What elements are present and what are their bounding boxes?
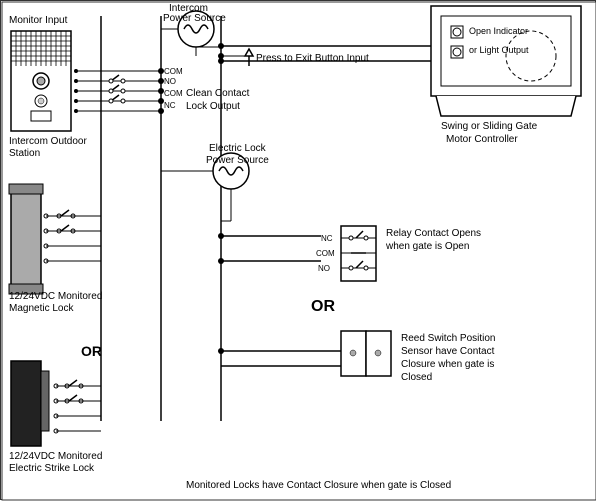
wiring-diagram: Monitor Input Intercom Outdoor Station I… bbox=[0, 0, 596, 500]
clean-contact-label: Clean Contact bbox=[186, 88, 250, 99]
com-label2: COM bbox=[164, 89, 183, 98]
press-exit-label: Press to Exit Button Input bbox=[256, 53, 369, 64]
electric-lock-power-label: Electric Lock bbox=[209, 143, 267, 154]
no-relay-label: NO bbox=[318, 264, 330, 273]
com-relay-label: COM bbox=[316, 249, 335, 258]
relay-contact-label2: when gate is Open bbox=[385, 241, 469, 252]
open-indicator-label: Open Indicator bbox=[469, 26, 528, 36]
electric-lock-power-label2: Power Source bbox=[206, 155, 269, 166]
mag-lock-label: 12/24VDC Monitored bbox=[9, 291, 102, 302]
reed-switch-label3: Closure when gate is bbox=[401, 359, 494, 370]
reed-switch-label4: Closed bbox=[401, 372, 432, 383]
monitored-locks-label: Monitored Locks have Contact Closure whe… bbox=[186, 480, 451, 491]
intercom-outdoor-label: Intercom Outdoor bbox=[9, 136, 87, 147]
reed-switch-label2: Sensor have Contact bbox=[401, 346, 495, 357]
reed-switch-label: Reed Switch Position bbox=[401, 333, 496, 344]
electric-strike-label2: Electric Strike Lock bbox=[9, 463, 95, 474]
or-top-label: OR bbox=[311, 298, 335, 315]
or-light-label: or Light Output bbox=[469, 45, 529, 55]
swing-gate-label: Swing or Sliding Gate bbox=[441, 121, 538, 132]
mag-lock-label2: Magnetic Lock bbox=[9, 303, 74, 314]
monitor-input-label: Monitor Input bbox=[9, 15, 68, 26]
intercom-outdoor-label2: Station bbox=[9, 148, 40, 159]
com-label1: COM bbox=[164, 67, 183, 76]
motor-controller-label: Motor Controller bbox=[446, 134, 518, 145]
no-label1: NO bbox=[164, 77, 176, 86]
intercom-power-label2: Power Source bbox=[163, 13, 226, 24]
nc-relay-label: NC bbox=[321, 234, 333, 243]
electric-strike-label: 12/24VDC Monitored bbox=[9, 451, 102, 462]
or-bottom-label: OR bbox=[81, 343, 102, 359]
clean-contact-label2: Lock Output bbox=[186, 101, 240, 112]
relay-contact-label: Relay Contact Opens bbox=[386, 228, 481, 239]
nc-label1: NC bbox=[164, 101, 176, 110]
